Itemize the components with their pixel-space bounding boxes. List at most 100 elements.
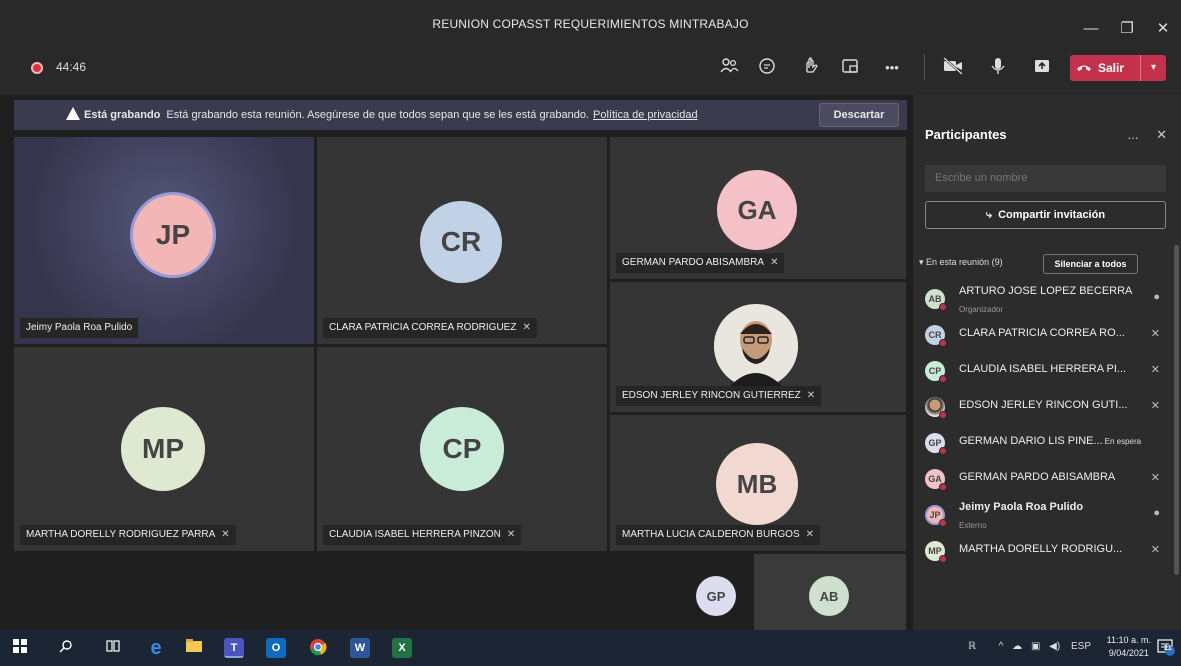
video-tile[interactable]: JP Jeimy Paola Roa Pulido bbox=[14, 137, 314, 344]
windows-taskbar: e T O W X ℝ ^ ☁ ▣ ◀) ESP 11:10 a. m. 9/0… bbox=[0, 630, 1181, 666]
mic-off-icon: ✕ bbox=[805, 529, 815, 540]
close-icon[interactable]: ✕ bbox=[1145, 19, 1181, 37]
video-tile[interactable]: MB MARTHA LUCIA CALDERON BURGOS ✕ bbox=[610, 415, 906, 551]
status-badge bbox=[939, 411, 947, 419]
notification-icon[interactable]: 21 bbox=[1157, 638, 1175, 659]
participant-name-text: Jeimy Paola Roa Pulido bbox=[959, 501, 1084, 513]
meeting-toolbar: 44:46 ••• Salir ▾ bbox=[0, 40, 1181, 95]
avatar: MP bbox=[121, 407, 205, 491]
participant-name-text: CLAUDIA ISABEL HERRERA PI... bbox=[959, 363, 1127, 375]
participant-name-text: CLARA PATRICIA CORREA RO... bbox=[959, 327, 1125, 339]
mic-off-icon: ✕ bbox=[1150, 544, 1160, 556]
video-tile[interactable]: EDSON JERLEY RINCON GUTIERREZ ✕ bbox=[610, 282, 906, 412]
scrollbar[interactable] bbox=[1174, 245, 1179, 575]
windows-start-icon[interactable] bbox=[10, 638, 30, 658]
avatar: JP bbox=[130, 192, 216, 278]
share-screen-icon[interactable] bbox=[1030, 56, 1054, 80]
participant-name: CLAUDIA ISABEL HERRERA PI... bbox=[959, 363, 1126, 375]
volume-icon[interactable]: ◀) bbox=[1049, 641, 1060, 652]
participant-name: CLARA PATRICIA CORREA RODRIGUEZ bbox=[329, 322, 517, 333]
participant-name: MARTHA LUCIA CALDERON BURGOS bbox=[622, 529, 800, 540]
tile-name-label: MARTHA LUCIA CALDERON BURGOS ✕ bbox=[616, 525, 821, 545]
chat-icon[interactable] bbox=[755, 56, 779, 80]
excel-icon[interactable]: X bbox=[392, 638, 412, 658]
search-input[interactable] bbox=[925, 165, 1166, 192]
clock-date: 9/04/2021 bbox=[1108, 648, 1149, 658]
status-badge bbox=[939, 303, 947, 311]
breakout-rooms-icon[interactable] bbox=[838, 56, 862, 80]
mic-off-icon: ✕ bbox=[221, 529, 230, 540]
file-explorer-icon[interactable] bbox=[184, 638, 204, 658]
camera-off-icon[interactable] bbox=[941, 56, 965, 80]
language-indicator[interactable]: ESP bbox=[1071, 641, 1091, 652]
word-icon[interactable]: W bbox=[350, 638, 370, 658]
video-tile[interactable]: MP MARTHA DORELLY RODRIGUEZ PARRA ✕ bbox=[14, 347, 314, 551]
participants-panel: Participantes ... ✕ ⤷ Compartir invitació… bbox=[913, 95, 1181, 630]
avatar[interactable]: AB bbox=[809, 576, 849, 616]
panel-header-actions: ... ✕ bbox=[1128, 127, 1167, 143]
status-badge bbox=[939, 519, 947, 527]
people-icon[interactable]: ℝ bbox=[968, 641, 976, 652]
chrome-icon[interactable] bbox=[308, 638, 328, 658]
participant-row[interactable]: JP Jeimy Paola Roa Pulido Externo ● bbox=[913, 497, 1168, 532]
participant-name-text: MARTHA DORELLY RODRIGU... bbox=[959, 543, 1123, 555]
avatar: GA bbox=[717, 170, 797, 250]
participant-name: Jeimy Paola Roa Pulido bbox=[26, 322, 133, 333]
participant-row[interactable]: CR CLARA PATRICIA CORREA RO... ✕ bbox=[913, 317, 1168, 352]
video-tile[interactable]: CP CLAUDIA ISABEL HERRERA PINZON ✕ bbox=[317, 347, 607, 551]
leave-button[interactable]: Salir ▾ bbox=[1070, 55, 1166, 81]
avatar: CP bbox=[420, 407, 504, 491]
chevron-down-icon[interactable]: ▾ bbox=[1140, 55, 1166, 81]
share-invite-label: Compartir invitación bbox=[998, 209, 1106, 221]
avatar[interactable]: GP bbox=[696, 576, 736, 616]
microphone-icon[interactable] bbox=[986, 56, 1010, 80]
tile-name-label: GERMAN PARDO ABISAMBRA ✕ bbox=[616, 253, 785, 273]
video-tile[interactable]: GA GERMAN PARDO ABISAMBRA ✕ bbox=[610, 137, 906, 279]
participants-icon[interactable] bbox=[717, 56, 741, 80]
participant-row[interactable]: GP GERMAN DARIO LIS PINE... En espera bbox=[913, 425, 1168, 460]
more-options-icon[interactable]: ••• bbox=[880, 56, 904, 80]
participant-name: GERMAN DARIO LIS PINE... En espera bbox=[959, 435, 1141, 447]
mic-off-icon: ✕ bbox=[770, 257, 779, 268]
search-icon[interactable] bbox=[56, 638, 76, 658]
section-header[interactable]: ▾ En esta reunión (9) bbox=[919, 257, 1003, 268]
avatar: CR bbox=[420, 201, 502, 283]
mute-all-button[interactable]: Silenciar a todos bbox=[1043, 254, 1138, 274]
task-view-icon[interactable] bbox=[103, 638, 123, 658]
participant-name-text: GERMAN DARIO LIS PINE... bbox=[959, 435, 1103, 447]
privacy-policy-link[interactable]: Política de privacidad bbox=[593, 109, 698, 121]
more-options-icon[interactable]: ... bbox=[1128, 127, 1139, 142]
participant-row[interactable]: CP CLAUDIA ISABEL HERRERA PI... ✕ bbox=[913, 353, 1168, 388]
video-tile[interactable]: CR CLARA PATRICIA CORREA RODRIGUEZ ✕ bbox=[317, 137, 607, 344]
minimize-icon[interactable]: — bbox=[1073, 20, 1109, 37]
tile-name-label: CLAUDIA ISABEL HERRERA PINZON ✕ bbox=[323, 525, 522, 545]
participant-row[interactable]: GA GERMAN PARDO ABISAMBRA ✕ bbox=[913, 461, 1168, 496]
participant-name: GERMAN PARDO ABISAMBRA bbox=[959, 471, 1115, 483]
participant-row[interactable]: AB ARTURO JOSE LOPEZ BECERRA Organizador ● bbox=[913, 281, 1168, 316]
reactions-icon[interactable] bbox=[799, 56, 823, 80]
teams-icon[interactable]: T bbox=[224, 638, 244, 658]
network-icon[interactable]: ▣ bbox=[1031, 641, 1040, 652]
maximize-icon[interactable]: ❐ bbox=[1109, 19, 1145, 37]
warning-icon bbox=[66, 107, 80, 120]
profile-photo bbox=[714, 304, 798, 388]
participant-name-text: GERMAN PARDO ABISAMBRA bbox=[959, 471, 1116, 483]
taskbar-clock[interactable]: 11:10 a. m. 9/04/2021 bbox=[1107, 634, 1151, 660]
participant-name: GERMAN PARDO ABISAMBRA bbox=[622, 257, 765, 268]
meeting-timer: 44:46 bbox=[56, 60, 87, 74]
onedrive-icon[interactable]: ☁ bbox=[1012, 641, 1022, 652]
participant-row[interactable]: EDSON JERLEY RINCON GUTI... ✕ bbox=[913, 389, 1168, 424]
window-title: REUNION COPASST REQUERIMIENTOS MINTRABAJ… bbox=[432, 17, 749, 31]
leave-label: Salir bbox=[1098, 61, 1125, 75]
section-label: En esta reunión (9) bbox=[926, 257, 1003, 267]
share-invite-button[interactable]: ⤷ Compartir invitación bbox=[925, 201, 1166, 229]
dismiss-button[interactable]: Descartar bbox=[819, 103, 899, 127]
close-icon[interactable]: ✕ bbox=[1156, 127, 1167, 142]
participant-row[interactable]: MP MARTHA DORELLY RODRIGU... ✕ bbox=[913, 533, 1168, 568]
outlook-icon[interactable]: O bbox=[266, 638, 286, 658]
participant-name: EDSON JERLEY RINCON GUTI... bbox=[959, 399, 1128, 411]
status-badge bbox=[939, 555, 947, 563]
share-icon: ⤷ bbox=[985, 209, 993, 221]
chevron-up-icon[interactable]: ^ bbox=[999, 641, 1004, 652]
edge-icon[interactable]: e bbox=[146, 638, 166, 658]
